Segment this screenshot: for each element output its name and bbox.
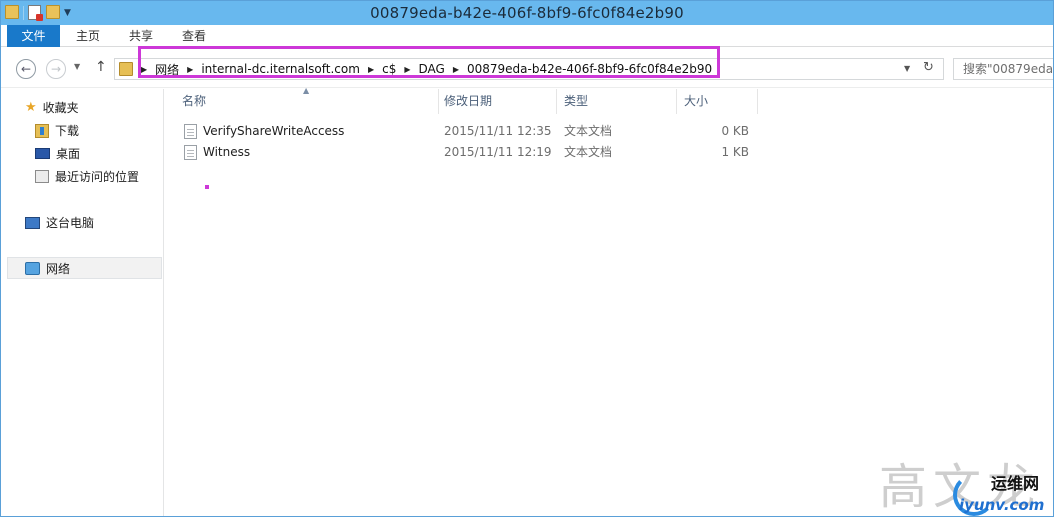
annotation-dot — [205, 185, 209, 189]
sidebar-item-network[interactable]: 网络 — [7, 257, 162, 279]
sidebar-item-label: 最近访问的位置 — [55, 170, 140, 184]
recent-places-icon — [35, 170, 49, 183]
file-type: 文本文档 — [564, 145, 613, 159]
sidebar-item-desktop[interactable]: 桌面 — [35, 143, 80, 165]
logo-brand-text: 运维网 — [991, 474, 1040, 493]
column-header-name[interactable]: 名称 — [175, 89, 439, 114]
text-file-icon — [184, 145, 197, 160]
sidebar-item-downloads[interactable]: 下载 — [35, 120, 79, 142]
up-arrow-icon[interactable]: ↑ — [95, 59, 107, 75]
arrow-left-icon: ← — [20, 62, 32, 76]
logo-site-text: iyunv.com — [959, 496, 1045, 514]
downloads-folder-icon — [35, 123, 49, 138]
star-icon: ★ — [25, 99, 37, 115]
computer-icon — [25, 216, 40, 229]
file-size: 1 KB — [721, 145, 749, 159]
tab-home[interactable]: 主页 — [76, 25, 100, 47]
table-row[interactable]: VerifyShareWriteAccess 2015/11/11 12:35 … — [181, 121, 781, 142]
file-date: 2015/11/11 12:35 — [444, 124, 552, 138]
file-date: 2015/11/11 12:19 — [444, 145, 552, 159]
annotation-highlight-box — [138, 46, 720, 78]
search-input[interactable]: 搜索"00879eda — [953, 58, 1053, 80]
sidebar-item-favorites[interactable]: ★ 收藏夹 — [25, 97, 79, 119]
file-type: 文本文档 — [564, 124, 613, 138]
sidebar-item-label: 桌面 — [56, 147, 81, 161]
address-history-chevron-icon[interactable]: ▼ — [904, 64, 910, 73]
window-title: 00879eda-b42e-406f-8bf9-6fc0f84e2b90 — [370, 4, 684, 22]
refresh-icon[interactable]: ↻ — [923, 60, 934, 75]
explorer-window: ▼ 00879eda-b42e-406f-8bf9-6fc0f84e2b90 文… — [0, 0, 1054, 517]
sidebar-item-label: 这台电脑 — [46, 216, 95, 230]
forward-button[interactable]: → — [46, 59, 66, 79]
navigation-pane: ★ 收藏夹 下载 桌面 最近访问的位置 这台电脑 网络 — [1, 89, 164, 516]
column-header-date[interactable]: 修改日期 — [437, 89, 557, 114]
recent-locations-chevron-icon[interactable]: ▼ — [74, 62, 80, 71]
file-size: 0 KB — [721, 124, 749, 138]
sidebar-item-this-pc[interactable]: 这台电脑 — [25, 212, 94, 234]
sidebar-item-recent[interactable]: 最近访问的位置 — [35, 166, 139, 188]
network-icon — [25, 262, 40, 275]
site-logo: 运维网 iyunv.com — [951, 466, 1051, 516]
sidebar-item-label: 下载 — [55, 124, 80, 138]
tab-file[interactable]: 文件 — [7, 25, 60, 47]
column-header-size[interactable]: 大小 — [677, 89, 758, 114]
folder-icon — [119, 62, 133, 76]
arrow-right-icon: → — [50, 62, 62, 76]
title-bar: ▼ 00879eda-b42e-406f-8bf9-6fc0f84e2b90 — [1, 1, 1053, 25]
sidebar-item-label: 收藏夹 — [42, 101, 79, 115]
desktop-icon — [35, 148, 50, 159]
file-name: Witness — [203, 145, 251, 159]
ribbon-tabs: 文件 主页 共享 查看 — [1, 25, 1053, 47]
tab-view[interactable]: 查看 — [182, 25, 206, 47]
sidebar-item-label: 网络 — [46, 262, 71, 276]
text-file-icon — [184, 124, 197, 139]
file-name: VerifyShareWriteAccess — [203, 124, 345, 138]
column-header-type[interactable]: 类型 — [557, 89, 677, 114]
table-row[interactable]: Witness 2015/11/11 12:19 文本文档 1 KB — [181, 142, 781, 163]
back-button[interactable]: ← — [16, 59, 36, 79]
tab-share[interactable]: 共享 — [129, 25, 153, 47]
